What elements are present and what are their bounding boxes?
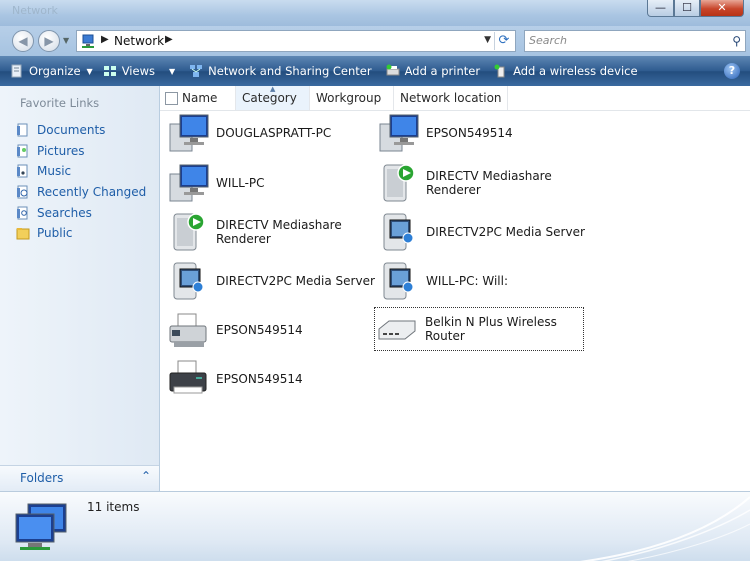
column-headers: Name ▲ Category Workgroup Network locati…	[160, 85, 750, 111]
maximize-button[interactable]: ☐	[674, 0, 700, 17]
media-server-icon	[173, 262, 204, 300]
device-tile-selected[interactable]: Belkin N Plus Wireless Router	[374, 307, 584, 351]
organize-icon	[11, 64, 22, 78]
breadcrumb-network[interactable]: Network	[114, 34, 164, 48]
sidebar-item-documents[interactable]: Documents	[16, 120, 146, 141]
column-workgroup[interactable]: Workgroup	[310, 86, 394, 110]
device-label: DOUGLASPRATT-PC	[216, 126, 332, 140]
device-tile[interactable]: EPSON549514	[166, 308, 376, 352]
title-bar[interactable]: Network — ☐ ✕	[0, 0, 750, 26]
printer-icon	[169, 360, 207, 394]
device-label: EPSON549514	[216, 372, 303, 386]
navigation-pane: Favorite Links Documents Pictures Music …	[0, 86, 160, 491]
device-tile[interactable]: DIRECTV2PC Media Server	[166, 259, 376, 303]
media-server-icon	[383, 262, 414, 300]
address-row: ◀ ▶ ▼ ▶ Network ▶ ▼ ⟳ Search ⚲	[0, 26, 750, 56]
explorer-window: Network — ☐ ✕ ◀ ▶ ▼ ▶ Network ▶ ▼ ⟳ Sear…	[0, 0, 750, 561]
network-devices-view: DOUGLASPRATT-PC EPSON549514 WILL-PC DIRE…	[160, 111, 750, 491]
device-tile[interactable]: EPSON549514	[376, 111, 586, 155]
device-tile[interactable]: WILL-PC	[166, 161, 376, 205]
searches-icon	[17, 206, 28, 220]
device-label: DIRECTV2PC Media Server	[216, 274, 375, 288]
device-tile[interactable]: WILL-PC: Will:	[376, 259, 586, 303]
router-icon	[378, 320, 416, 340]
column-network-location[interactable]: Network location	[394, 86, 508, 110]
search-placeholder: Search	[529, 34, 568, 47]
refresh-icon[interactable]: ⟳	[494, 32, 513, 50]
device-label: DIRECTV2PC Media Server	[426, 225, 585, 239]
search-input[interactable]: Search ⚲	[524, 30, 746, 52]
device-label: WILL-PC: Will:	[426, 274, 509, 288]
network-sharing-center-button[interactable]: Network and Sharing Center	[189, 64, 372, 78]
computer-icon	[169, 164, 209, 202]
device-tile[interactable]: DIRECTV2PC Media Server	[376, 210, 586, 254]
organize-dropdown-icon: ▼	[86, 66, 93, 76]
address-dropdown-icon[interactable]: ▼	[484, 35, 491, 45]
device-label: EPSON549514	[216, 323, 303, 337]
add-wireless-device-button[interactable]: Add a wireless device	[494, 64, 638, 78]
sort-ascending-icon: ▲	[270, 85, 276, 93]
network-center-icon	[190, 65, 203, 77]
device-label: DIRECTV Mediashare Renderer	[216, 218, 342, 246]
minimize-button[interactable]: —	[647, 0, 674, 17]
device-tile[interactable]: DOUGLASPRATT-PC	[166, 111, 376, 155]
sidebar-item-public[interactable]: Public	[16, 223, 146, 244]
recent-icon	[17, 185, 28, 199]
chevron-up-icon[interactable]: ⌃	[141, 469, 151, 483]
views-dropdown-icon: ▼	[168, 66, 176, 76]
pictures-icon	[17, 144, 28, 158]
network-location-icon	[82, 34, 94, 48]
documents-icon	[17, 123, 28, 137]
sidebar-item-pictures[interactable]: Pictures	[16, 141, 146, 162]
media-server-icon	[383, 213, 414, 251]
sidebar-item-music[interactable]: Music	[16, 161, 146, 182]
computer-icon	[379, 114, 419, 152]
wireless-add-icon	[494, 64, 505, 78]
address-bar[interactable]: ▶ Network ▶ ▼ ⟳	[76, 30, 516, 52]
details-pane: 11 items	[0, 491, 750, 561]
add-printer-button[interactable]: Add a printer	[386, 64, 480, 78]
media-renderer-icon	[383, 164, 415, 202]
favorite-links-heading: Favorite Links	[20, 96, 100, 110]
device-tile[interactable]: EPSON549514	[166, 357, 376, 401]
public-folder-icon	[16, 228, 30, 240]
organize-button[interactable]: Organize ▼	[10, 64, 93, 78]
item-count: 11 items	[87, 500, 140, 514]
recent-pages-dropdown[interactable]: ▼	[63, 36, 69, 45]
device-tile[interactable]: DIRECTV Mediashare Renderer	[376, 161, 586, 205]
sidebar-item-recently-changed[interactable]: Recently Changed	[16, 182, 146, 203]
search-icon[interactable]: ⚲	[732, 34, 741, 48]
music-icon	[17, 164, 28, 178]
folders-bar[interactable]: Folders ⌃	[0, 465, 159, 491]
forward-button[interactable]: ▶	[38, 30, 60, 52]
window-controls: — ☐ ✕	[647, 0, 744, 18]
column-category[interactable]: ▲ Category	[236, 85, 310, 110]
views-button[interactable]: Views ▼	[103, 64, 175, 78]
computer-icon	[169, 114, 209, 152]
device-label: DIRECTV Mediashare Renderer	[426, 169, 552, 197]
device-label: Belkin N Plus Wireless Router	[425, 315, 557, 343]
network-icon	[15, 503, 67, 550]
close-button[interactable]: ✕	[700, 0, 744, 17]
decorative-swoosh	[579, 496, 750, 561]
printer-add-icon	[386, 64, 400, 76]
back-button[interactable]: ◀	[12, 30, 34, 52]
device-label: EPSON549514	[426, 126, 513, 140]
media-renderer-icon	[173, 213, 205, 251]
device-tile[interactable]: DIRECTV Mediashare Renderer	[166, 210, 376, 254]
device-label: WILL-PC	[216, 176, 265, 190]
window-title: Network	[12, 4, 58, 17]
breadcrumb-next-arrow-icon[interactable]: ▶	[165, 34, 173, 45]
sidebar-item-searches[interactable]: Searches	[16, 202, 146, 223]
column-name[interactable]: Name	[176, 86, 236, 110]
views-icon	[103, 66, 116, 76]
fax-printer-icon	[169, 313, 207, 347]
favorite-links-list: Documents Pictures Music Recently Change…	[16, 120, 146, 244]
help-icon[interactable]: ?	[724, 63, 740, 79]
command-bar: Organize ▼ Views ▼ Network and Sharing C…	[0, 56, 750, 86]
folders-label: Folders	[20, 471, 64, 485]
breadcrumb-arrow-icon[interactable]: ▶	[101, 34, 109, 45]
